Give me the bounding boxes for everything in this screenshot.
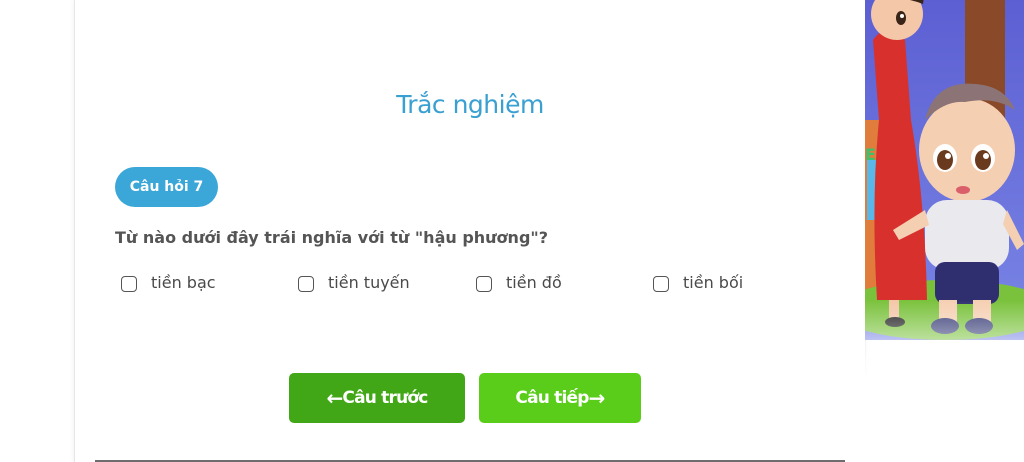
illustration-graphic: EN <box>865 0 1024 462</box>
question-number-badge: Câu hỏi 7 <box>115 167 218 207</box>
answer-option-label: tiền bạc <box>151 272 216 292</box>
arrow-left-icon: ← <box>326 386 343 410</box>
answer-option-3[interactable]: tiền đồ <box>476 270 562 294</box>
answer-option-label: tiền đồ <box>506 272 562 292</box>
answer-option-4[interactable]: tiền bối <box>653 270 743 294</box>
answer-option-2[interactable]: tiền tuyến <box>298 270 410 294</box>
checkbox[interactable] <box>653 275 669 292</box>
arrow-right-icon: → <box>588 386 606 410</box>
answer-option-label: tiền bối <box>683 272 744 292</box>
previous-question-label: Câu trước <box>342 388 428 408</box>
next-question-label: Câu tiếp <box>515 388 589 408</box>
previous-question-button[interactable]: ← Câu trước <box>289 373 465 423</box>
checkbox[interactable] <box>298 275 314 292</box>
answer-option-label: tiền tuyến <box>328 272 410 292</box>
checkbox[interactable] <box>476 275 492 292</box>
checkbox[interactable] <box>121 275 137 292</box>
next-question-button[interactable]: Câu tiếp → <box>479 373 641 423</box>
question-text: Từ nào dưới đây trái nghĩa với từ "hậu p… <box>115 228 549 247</box>
answer-option-1[interactable]: tiền bạc <box>121 270 216 294</box>
page: Trắc nghiệm Câu hỏi 7 Từ nào dưới đây tr… <box>0 0 1024 462</box>
page-title: Trắc nghiệm <box>396 90 544 119</box>
cartoon-characters-illustration: EN <box>865 0 1024 462</box>
quiz-card: Trắc nghiệm Câu hỏi 7 Từ nào dưới đây tr… <box>74 0 866 462</box>
